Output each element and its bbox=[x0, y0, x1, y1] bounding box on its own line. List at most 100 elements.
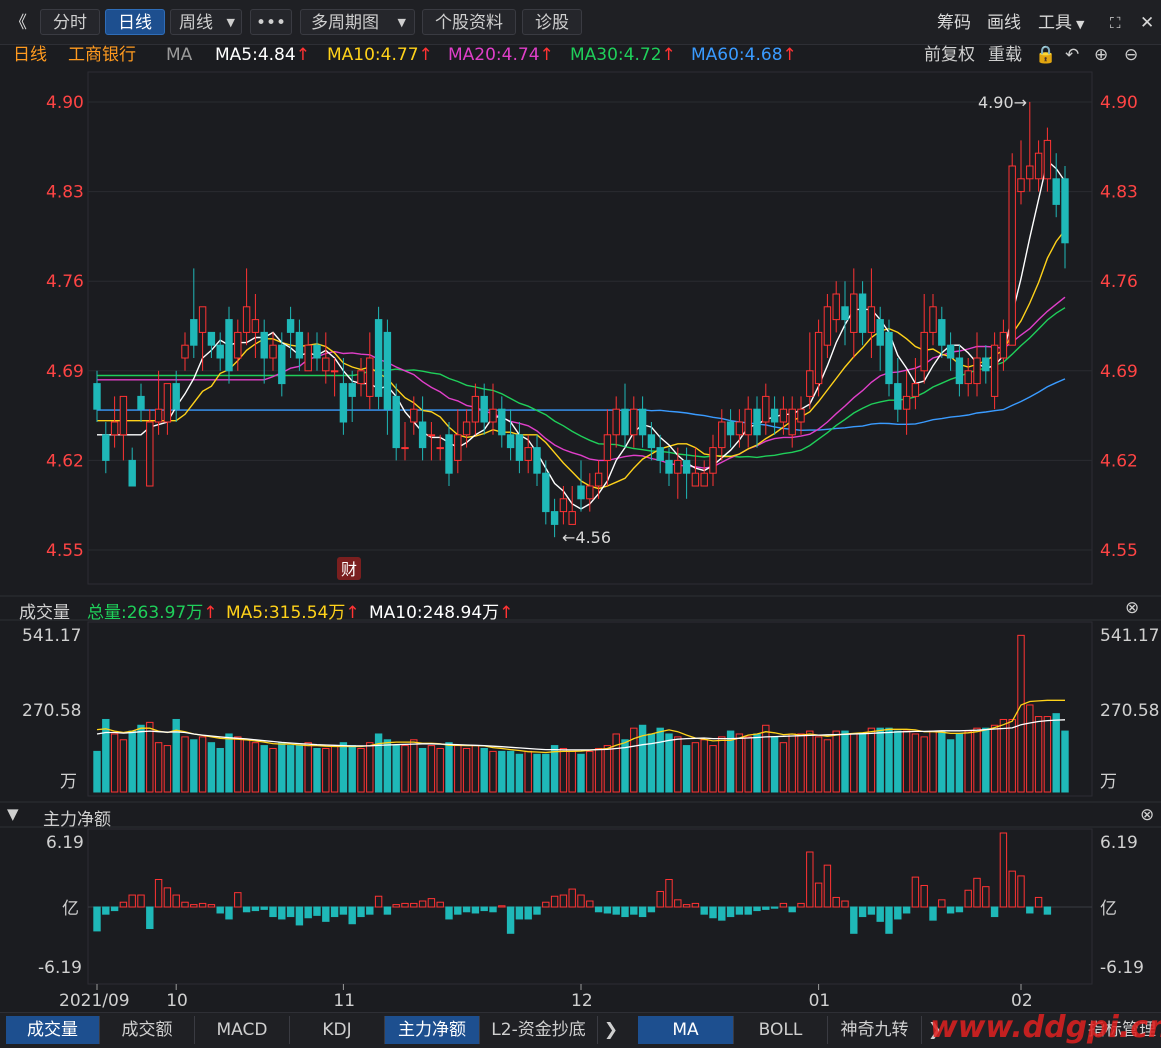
close-volume-icon[interactable]: ⊗ bbox=[1125, 598, 1139, 618]
netflow-tick-label-right: 6.19 bbox=[1100, 833, 1138, 853]
volume-total-text: 总量:263.97万 bbox=[87, 603, 204, 623]
volume-bar bbox=[797, 733, 805, 793]
volume-bar bbox=[744, 736, 752, 793]
volume-bar bbox=[357, 747, 365, 793]
tab-macd[interactable]: MACD bbox=[195, 1016, 290, 1044]
candle bbox=[506, 409, 515, 461]
tab-turnover[interactable]: 成交额 bbox=[100, 1016, 195, 1044]
tab-main-netflow[interactable]: 主力净额 bbox=[385, 1016, 480, 1044]
volume-bar bbox=[858, 733, 867, 793]
tab-l2-capital[interactable]: L2-资金抄底 bbox=[480, 1016, 598, 1044]
netflow-bar bbox=[339, 906, 348, 915]
volume-bar bbox=[225, 733, 233, 793]
volume-bar bbox=[586, 750, 594, 793]
volume-total: 总量:263.97万↑ bbox=[87, 598, 217, 623]
candle-body bbox=[656, 447, 664, 461]
candle-body bbox=[269, 344, 277, 359]
tab-volume[interactable]: 成交量 bbox=[6, 1016, 100, 1044]
candle-body bbox=[700, 472, 708, 487]
candle-body bbox=[295, 331, 304, 359]
volume-bar bbox=[471, 745, 480, 793]
chevron-right-icon[interactable]: ❯ bbox=[598, 1016, 624, 1044]
netflow-bar bbox=[814, 882, 823, 908]
candle bbox=[1061, 166, 1069, 269]
candle-body bbox=[929, 306, 937, 333]
candle bbox=[955, 345, 964, 397]
candle bbox=[973, 332, 981, 397]
candle bbox=[674, 447, 682, 499]
tab-ma[interactable]: MA bbox=[638, 1016, 734, 1044]
volume-bar bbox=[480, 747, 488, 793]
candle bbox=[770, 396, 779, 435]
netflow-bar bbox=[234, 892, 242, 908]
kline-chart[interactable]: 4.90 4.90 4.83 4.83 4.76 4.76 4.69 4.69 4.62 4.62… bbox=[0, 0, 1161, 1012]
candle bbox=[207, 331, 216, 358]
candle bbox=[718, 409, 726, 461]
price-tick-label-left: 4.69 bbox=[46, 362, 84, 382]
candle bbox=[471, 383, 480, 435]
netflow-bar bbox=[902, 906, 911, 914]
candle bbox=[515, 422, 524, 474]
candle-body bbox=[779, 408, 788, 423]
netflow-bar bbox=[841, 900, 849, 908]
candle-body bbox=[788, 408, 796, 436]
volume-bar bbox=[1017, 634, 1025, 793]
close-netflow-icon[interactable]: ⊗ bbox=[1140, 805, 1154, 825]
x-tick-label: 02 bbox=[1011, 991, 1033, 1011]
netflow-bar bbox=[198, 902, 207, 908]
tab-magic-nine[interactable]: 神奇九转 bbox=[828, 1016, 922, 1044]
x-tick-label: 10 bbox=[166, 991, 188, 1011]
volume-title: 成交量 bbox=[19, 603, 70, 623]
candle bbox=[946, 332, 955, 371]
candle bbox=[339, 358, 348, 435]
candle-body bbox=[753, 408, 761, 436]
netflow-bar bbox=[823, 864, 832, 908]
volume-bar bbox=[885, 727, 893, 793]
watermark: www.ddgpi.cn bbox=[930, 1010, 1161, 1045]
netflow-bar bbox=[1008, 870, 1016, 908]
candle bbox=[454, 409, 462, 474]
tab-kdj[interactable]: KDJ bbox=[290, 1016, 385, 1044]
volume-bar bbox=[973, 727, 981, 793]
netflow-bar bbox=[753, 906, 761, 912]
candle-body bbox=[427, 434, 436, 437]
candle bbox=[383, 319, 392, 435]
volume-bar bbox=[216, 747, 224, 793]
collapse-icon[interactable]: ▼ bbox=[7, 805, 19, 823]
tab-boll[interactable]: BOLL bbox=[734, 1016, 828, 1044]
volume-bar bbox=[656, 727, 664, 793]
volume-bar bbox=[163, 745, 172, 793]
candle-body bbox=[858, 293, 867, 333]
candle-body bbox=[366, 357, 374, 397]
volume-bar bbox=[392, 745, 400, 793]
price-tick-label-left: 4.55 bbox=[46, 541, 84, 561]
candle bbox=[304, 332, 312, 372]
candle-body bbox=[471, 395, 480, 423]
volume-bar bbox=[427, 745, 436, 793]
netflow-bar bbox=[938, 899, 946, 908]
candle bbox=[753, 396, 761, 448]
netflow-bar bbox=[973, 877, 981, 908]
candle-body bbox=[498, 408, 506, 436]
candle bbox=[260, 319, 268, 384]
netflow-bar bbox=[401, 902, 409, 908]
candle-body bbox=[735, 421, 744, 436]
volume-bar bbox=[366, 742, 374, 793]
volume-ma10-line bbox=[96, 719, 1066, 751]
netflow-bar bbox=[885, 906, 893, 934]
candle-body bbox=[348, 383, 356, 397]
candle bbox=[612, 396, 620, 448]
price-tick-label-right: 4.62 bbox=[1100, 451, 1138, 471]
candle-body bbox=[832, 293, 840, 321]
volume-bar bbox=[251, 742, 260, 793]
volume-bar bbox=[330, 745, 339, 793]
candle bbox=[225, 306, 233, 384]
volume-bar bbox=[920, 736, 928, 793]
candle-body bbox=[110, 421, 119, 436]
netflow-bar bbox=[920, 884, 928, 908]
candle-body bbox=[955, 357, 964, 385]
netflow-unit-left: 亿 bbox=[62, 899, 79, 919]
candle-body bbox=[867, 306, 876, 333]
candle bbox=[638, 396, 647, 448]
netflow-bar bbox=[832, 896, 840, 908]
